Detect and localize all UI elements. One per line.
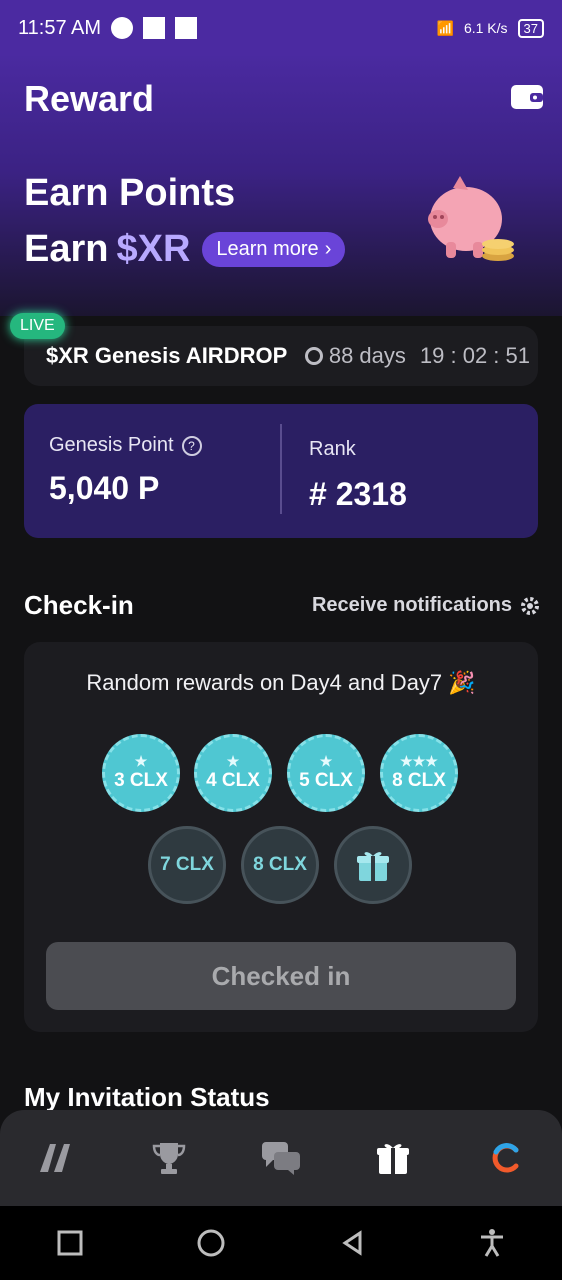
- gear-icon: [521, 596, 539, 615]
- earn-prefix: Earn: [24, 228, 109, 270]
- clock-icon: [304, 347, 323, 365]
- learn-more-label: Learn more: [216, 238, 319, 260]
- airdrop-title: $XR Genesis AIRDROP: [46, 343, 288, 368]
- nav-home[interactable]: [26, 1128, 86, 1188]
- home-logo-icon: [40, 1144, 71, 1172]
- gift-icon: [357, 852, 389, 881]
- help-icon[interactable]: ?: [181, 435, 202, 456]
- page-title: Reward: [24, 78, 155, 119]
- checkin-heading: Check-in: [24, 590, 134, 620]
- earn-points-heading: Earn Points: [24, 172, 236, 214]
- wifi-icon: 📶: [436, 19, 454, 36]
- nav-chat[interactable]: [251, 1128, 311, 1188]
- earn-token-heading: Earn $XR Learn more ›: [24, 228, 346, 271]
- day-3-reward: ★ 5 CLX: [287, 734, 365, 812]
- day-4-label: 8 CLX: [392, 770, 446, 791]
- accessibility-icon[interactable]: [479, 1228, 505, 1258]
- day-2-reward: ★ 4 CLX: [194, 734, 272, 812]
- wallet-icon[interactable]: [510, 82, 544, 110]
- shop-icon: [143, 17, 166, 39]
- back-icon[interactable]: [340, 1230, 366, 1256]
- nav-trophy[interactable]: [139, 1128, 199, 1188]
- hero-section: Reward Earn Points Earn $XR Learn more ›: [0, 56, 562, 316]
- trophy-icon: [152, 1143, 185, 1174]
- airdrop-banner[interactable]: $XR Genesis AIRDROP 88 days 19 : 02 : 51: [24, 326, 538, 386]
- day-2-label: 4 CLX: [206, 770, 260, 791]
- airdrop-countdown: 88 days 19 : 02 : 51: [304, 343, 530, 369]
- checkin-card: Random rewards on Day4 and Day7 🎉 ★ 3 CL…: [24, 642, 538, 1032]
- token-name: $XR: [116, 228, 191, 270]
- rank-label: Rank: [309, 438, 356, 460]
- countdown-timer: 19 : 02 : 51: [419, 343, 530, 368]
- status-bar: 11:57 AM 📶 6.1 K/s 37: [0, 0, 562, 56]
- day-5-label: 7 CLX: [160, 854, 214, 875]
- status-time: 11:57 AM: [18, 16, 102, 39]
- day-3-label: 5 CLX: [299, 770, 353, 791]
- learn-more-button[interactable]: Learn more ›: [202, 232, 346, 267]
- nav-reward[interactable]: [363, 1128, 423, 1188]
- receive-notifications-button[interactable]: Receive notifications: [312, 594, 540, 617]
- battery-indicator: 37: [517, 18, 544, 38]
- checked-in-button[interactable]: Checked in: [46, 942, 516, 1010]
- notification-square-icon: [175, 17, 198, 39]
- genesis-point-label: Genesis Point: [49, 434, 174, 456]
- day-4-reward: ★★★ 8 CLX: [380, 734, 458, 812]
- star-icon: ★: [226, 753, 240, 769]
- card-divider: [280, 424, 282, 514]
- day-1-label: 3 CLX: [114, 770, 168, 791]
- system-nav-bar: [0, 1206, 562, 1280]
- live-badge: LIVE: [10, 313, 65, 339]
- nav-profile[interactable]: [476, 1128, 536, 1188]
- invitation-status-heading: My Invitation Status: [24, 1082, 270, 1112]
- genesis-card: Genesis Point ? 5,040 P Rank # 2318: [24, 404, 538, 538]
- day-7-reward: [334, 826, 412, 904]
- rank-value: # 2318: [309, 476, 407, 512]
- chevron-right-icon: ›: [324, 238, 332, 260]
- c-logo-icon: [492, 1143, 519, 1173]
- piggy-bank-icon: [428, 176, 514, 261]
- random-rewards-text: Random rewards on Day4 and Day7 🎉: [86, 670, 476, 695]
- chat-icon: [261, 1142, 300, 1175]
- star-icon: ★★★: [400, 753, 438, 769]
- genesis-point-value: 5,040 P: [49, 470, 160, 506]
- day-5-reward: 7 CLX: [148, 826, 226, 904]
- genesis-point-label-row: Genesis Point ?: [49, 434, 202, 457]
- bottom-nav: [0, 1110, 562, 1206]
- messenger-icon: [111, 17, 134, 39]
- day-6-reward: 8 CLX: [241, 826, 319, 904]
- star-icon: ★: [134, 753, 148, 769]
- gift-icon: [377, 1144, 410, 1174]
- home-icon[interactable]: [196, 1228, 226, 1258]
- star-icon: ★: [319, 753, 333, 769]
- countdown-days: 88 days: [328, 343, 406, 368]
- day-1-reward: ★ 3 CLX: [102, 734, 180, 812]
- net-speed: 6.1 K/s: [463, 20, 508, 36]
- recents-icon[interactable]: [57, 1230, 83, 1256]
- day-6-label: 8 CLX: [253, 854, 307, 875]
- receive-notifications-label: Receive notifications: [311, 594, 512, 616]
